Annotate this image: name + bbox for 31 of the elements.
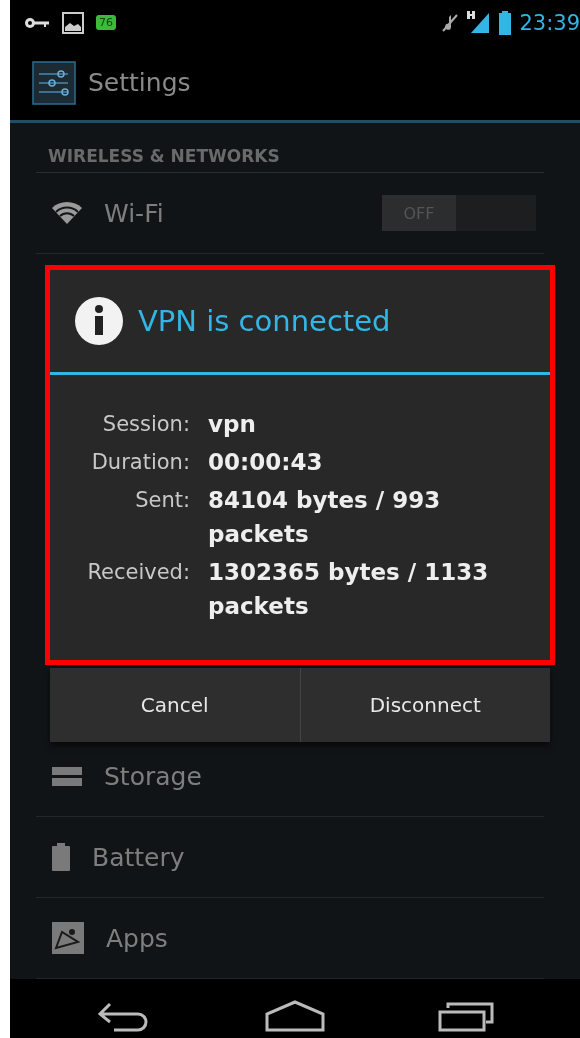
field-value: 84104 bytes / 993 packets [208,486,442,549]
image-icon [62,11,84,34]
field-label: Session: [101,411,190,438]
key-icon [24,15,50,30]
section-header: WIRELESS & NETWORKS [36,123,544,173]
field-value: 00:00:43 [208,448,324,477]
muted-icon [441,12,460,33]
home-icon[interactable] [265,999,325,1032]
field-label: Sent: [134,487,190,514]
setting-label[interactable]: Wi-Fi [104,198,164,228]
battery-icon [499,10,512,35]
settings-sliders-icon[interactable] [32,60,76,105]
field-value: vpn [208,410,257,439]
signal-icon [467,10,492,35]
setting-label[interactable]: Storage [104,761,202,791]
storage-icon [52,766,82,786]
field-value: 1302365 bytes / 1133 packets [208,558,490,621]
notification-badge: 76 [96,15,116,30]
apps-icon [52,922,84,954]
disconnect-button[interactable]: Disconnect [299,668,550,742]
battery-icon [52,843,70,871]
field-label: Duration: [90,449,190,476]
info-icon [74,296,124,346]
setting-label[interactable]: Battery [92,842,185,872]
cancel-button[interactable]: Cancel [50,668,300,742]
wifi-icon [52,202,82,224]
app-title: Settings [88,68,191,97]
field-label: Received: [86,559,190,586]
clock-time: 23:39 [519,10,580,35]
dialog-title: VPN is connected [138,304,391,338]
setting-label[interactable]: Apps [106,923,168,953]
